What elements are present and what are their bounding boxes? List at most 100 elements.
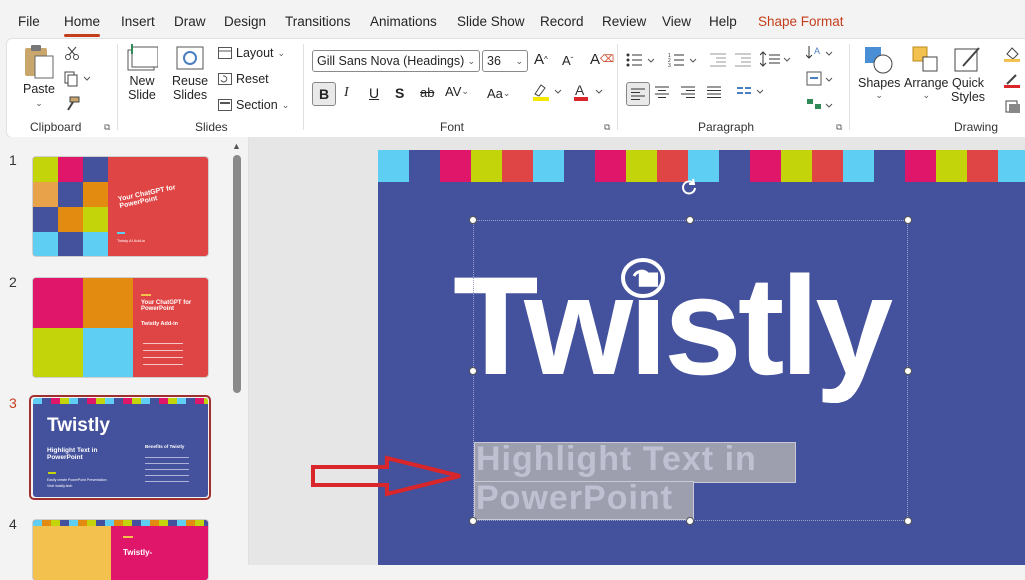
- thumb-title: Your ChatGPT for PowerPoint: [141, 300, 192, 312]
- line-spacing-icon[interactable]: [760, 50, 792, 68]
- justify-icon[interactable]: [707, 86, 721, 98]
- quick-styles-button[interactable]: Quick Styles: [951, 44, 985, 104]
- rotate-handle-icon[interactable]: [680, 178, 700, 198]
- current-slide[interactable]: Twistly Highlight Text in PowerPoint: [378, 150, 1025, 565]
- new-slide-icon: [126, 44, 158, 74]
- resize-handle[interactable]: [686, 216, 694, 224]
- align-text-icon[interactable]: [806, 70, 836, 88]
- new-slide-button[interactable]: New Slide: [126, 44, 158, 102]
- tab-slide-show[interactable]: Slide Show: [457, 14, 525, 29]
- bullets-icon[interactable]: [626, 52, 656, 68]
- section-icon: [218, 99, 232, 111]
- highlight-color-icon[interactable]: [531, 82, 565, 102]
- drawing-group-label: Drawing: [954, 120, 999, 134]
- reuse-slides-icon: [174, 44, 206, 74]
- decrease-indent-icon[interactable]: [710, 52, 728, 68]
- thumb-caption: Twisty AI Add-in: [117, 238, 146, 243]
- columns-icon[interactable]: [737, 86, 765, 98]
- resize-handle[interactable]: [686, 517, 694, 525]
- new-slide-label-1: New: [129, 74, 155, 88]
- align-center-icon[interactable]: [655, 86, 669, 98]
- font-name-select[interactable]: Gill Sans Nova (Headings) ⌄: [312, 50, 480, 72]
- paste-label: Paste: [23, 82, 55, 96]
- text-shadow-icon[interactable]: S: [395, 85, 404, 101]
- layout-label: Layout: [236, 46, 274, 60]
- tab-transitions[interactable]: Transitions: [285, 14, 351, 29]
- dialog-launcher-icon[interactable]: ⧉: [604, 122, 610, 133]
- tab-help[interactable]: Help: [709, 14, 737, 29]
- resize-handle[interactable]: [469, 367, 477, 375]
- separator: [303, 44, 304, 130]
- slide-number: 2: [9, 274, 17, 290]
- resize-handle[interactable]: [904, 216, 912, 224]
- strikethrough-icon[interactable]: ab: [420, 85, 434, 100]
- shapes-label: Shapes: [858, 76, 901, 90]
- numbering-icon[interactable]: 123: [668, 52, 698, 68]
- shape-effects-icon[interactable]: [1004, 98, 1020, 114]
- smartart-icon[interactable]: [806, 96, 836, 114]
- reset-icon: [218, 73, 232, 85]
- shape-fill-icon[interactable]: [1004, 46, 1020, 62]
- thumb-title: Your ChatGPT for PowerPoint: [117, 184, 177, 210]
- selection-box: [473, 220, 908, 521]
- resize-handle[interactable]: [469, 517, 477, 525]
- chevron-down-icon: ⌄: [922, 90, 931, 100]
- change-case-icon[interactable]: Aa ⌄: [487, 86, 510, 101]
- tab-design[interactable]: Design: [224, 14, 266, 29]
- tab-draw[interactable]: Draw: [174, 14, 206, 29]
- text-direction-icon[interactable]: A: [806, 44, 836, 62]
- chevron-down-icon: ⌄: [281, 99, 290, 110]
- dialog-launcher-icon[interactable]: ⧉: [104, 122, 110, 133]
- tab-shape-format[interactable]: Shape Format: [758, 14, 844, 29]
- resize-handle[interactable]: [904, 367, 912, 375]
- character-spacing-icon[interactable]: AV ⌄: [445, 84, 469, 99]
- font-color-icon[interactable]: A: [572, 82, 606, 102]
- dialog-launcher-icon[interactable]: ⧉: [836, 122, 842, 133]
- tab-record[interactable]: Record: [540, 14, 584, 29]
- tab-review[interactable]: Review: [602, 14, 646, 29]
- copy-icon[interactable]: [64, 71, 90, 87]
- tab-file[interactable]: File: [18, 14, 40, 29]
- shape-outline-icon[interactable]: [1004, 72, 1020, 88]
- bold-icon[interactable]: B: [312, 82, 336, 106]
- tab-insert[interactable]: Insert: [121, 14, 155, 29]
- panel-scrollbar[interactable]: [233, 155, 241, 393]
- resize-handle[interactable]: [904, 517, 912, 525]
- reset-button[interactable]: Reset: [218, 72, 269, 86]
- clear-formatting-icon[interactable]: A ⌫: [590, 51, 614, 68]
- slide-thumbnail-2[interactable]: Your ChatGPT for PowerPoint Twistly Add-…: [33, 278, 208, 377]
- format-painter-icon[interactable]: [64, 96, 80, 112]
- tab-animations[interactable]: Animations: [370, 14, 437, 29]
- paste-button[interactable]: Paste ⌄: [22, 44, 56, 109]
- separator: [617, 44, 618, 130]
- slide-thumbnail-3[interactable]: Twistly Highlight Text in PowerPoint Eas…: [33, 398, 208, 497]
- arrange-button[interactable]: Arrange ⌄: [904, 44, 948, 101]
- reuse-slides-button[interactable]: Reuse Slides: [172, 44, 208, 102]
- shapes-icon: [862, 44, 896, 76]
- underline-icon[interactable]: U: [369, 85, 379, 101]
- slide-thumbnail-1[interactable]: Your ChatGPT for PowerPoint Twisty AI Ad…: [33, 157, 208, 256]
- font-size-select[interactable]: 36 ⌄: [482, 50, 528, 72]
- scroll-up-icon[interactable]: ▲: [232, 141, 241, 151]
- increase-indent-icon[interactable]: [735, 52, 753, 68]
- font-size-value: 36: [487, 54, 501, 68]
- thumb-title: Twistly-: [123, 548, 153, 557]
- cut-icon[interactable]: [64, 45, 80, 61]
- decrease-font-size-icon[interactable]: Aˇ: [562, 53, 573, 68]
- increase-font-size-icon[interactable]: A ^: [534, 51, 548, 68]
- layout-button[interactable]: Layout ⌄: [218, 46, 285, 60]
- arrange-label: Arrange: [904, 76, 949, 90]
- align-right-icon[interactable]: [681, 86, 695, 98]
- align-left-icon[interactable]: [626, 82, 650, 106]
- tab-home[interactable]: Home: [64, 14, 101, 37]
- quick-styles-label-1: Quick: [952, 76, 984, 90]
- shapes-button[interactable]: Shapes ⌄: [858, 44, 900, 101]
- section-label: Section: [236, 98, 278, 112]
- svg-text:3: 3: [668, 63, 671, 68]
- resize-handle[interactable]: [469, 216, 477, 224]
- slide-thumbnail-4[interactable]: Twistly-: [33, 520, 208, 580]
- section-button[interactable]: Section ⌄: [218, 98, 289, 112]
- italic-icon[interactable]: I: [344, 85, 349, 101]
- quick-styles-label-2: Styles: [951, 90, 986, 104]
- tab-view[interactable]: View: [662, 14, 691, 29]
